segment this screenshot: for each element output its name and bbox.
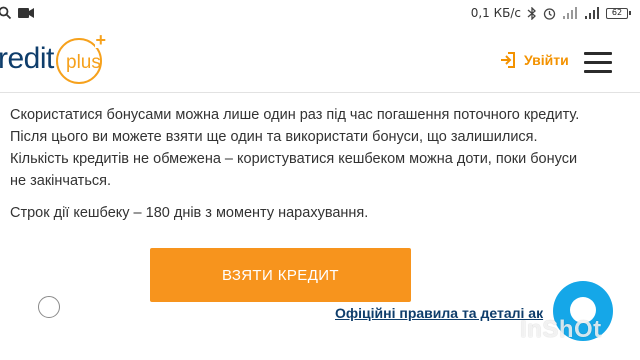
battery-icon: 62: [606, 7, 631, 19]
signal-icon: [563, 7, 577, 19]
menu-line: [584, 52, 612, 55]
get-credit-button[interactable]: ВЗЯТИ КРЕДИТ: [150, 248, 411, 302]
status-right-icons: 0,1 КБ/с 62: [470, 6, 631, 20]
header-divider: [0, 92, 640, 93]
battery-level: 62: [611, 7, 623, 17]
login-icon: [501, 52, 515, 68]
touch-indicator: [38, 296, 60, 318]
app-header: redit plus + Увійти: [0, 28, 640, 92]
login-button[interactable]: Увійти: [500, 52, 569, 68]
status-left-icons: [0, 6, 34, 20]
login-label: Увійти: [524, 52, 569, 68]
status-bar: 0,1 КБ/с 62: [0, 0, 640, 28]
watermark: InShOt: [520, 316, 602, 343]
main-content: Скористатися бонусами можна лише один ра…: [10, 104, 590, 224]
logo-plus-cross: +: [95, 30, 106, 50]
network-speed: 0,1 КБ/с: [470, 6, 521, 20]
alarm-icon: [543, 7, 556, 20]
logo-plus-text: plus: [66, 52, 101, 73]
search-icon: [0, 6, 12, 20]
wifi-icon: [585, 7, 599, 19]
logo-text: redit: [0, 42, 54, 75]
video-icon: [18, 8, 34, 18]
hamburger-menu-button[interactable]: [584, 52, 612, 73]
menu-line: [584, 70, 612, 73]
cashback-term-paragraph: Строк дії кешбеку – 180 днів з моменту н…: [10, 205, 369, 221]
cashback-info-paragraph: Скористатися бонусами можна лише один ра…: [10, 107, 580, 189]
official-rules-link[interactable]: Офіційні правила та деталі ак: [335, 305, 543, 321]
logo-plus-circle: plus +: [56, 31, 106, 84]
bluetooth-icon: [527, 6, 536, 20]
menu-line: [584, 61, 612, 64]
